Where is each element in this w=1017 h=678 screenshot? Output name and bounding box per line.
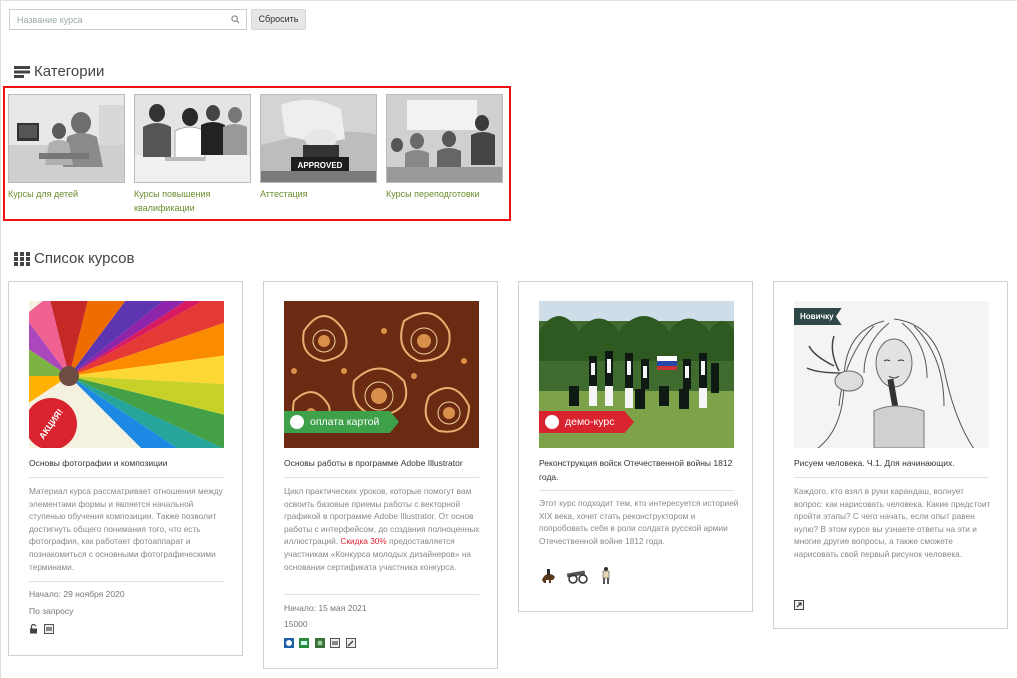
course-card-photo[interactable]: АКЦИЯ! Основы фотографии и композиции Ма… [8,281,243,656]
category-attestation[interactable]: APPROVED Аттестация [260,94,377,201]
search-box[interactable] [9,9,247,30]
course-title[interactable]: Основы работы в программе Adobe Illustra… [284,456,484,470]
courses-title: Список курсов [34,250,135,267]
course-icons [284,637,359,648]
category-image[interactable]: APPROVED [260,94,377,183]
course-start-date: Начало: 29 ноября 2020 [29,589,125,599]
external-link-icon [794,599,804,610]
image-icon [330,637,341,648]
course-icons [539,566,612,586]
beginner-badge: Новичку [794,308,842,325]
course-title[interactable]: Реконструкция войск Отечественной войны … [539,456,739,484]
monitor-icon [545,415,559,429]
category-retraining[interactable]: Курсы переподготовки [386,94,503,201]
cavalry-icon [542,569,555,583]
category-qualification[interactable]: Курсы повышения квалификации [134,94,251,215]
badge-icon [314,637,325,648]
course-image[interactable]: Новичку [794,301,989,448]
course-icons [794,599,807,610]
image-icon [44,623,55,634]
grid-icon [14,251,30,266]
category-label[interactable]: Курсы переподготовки [386,187,503,201]
course-title[interactable]: Рисуем человека. Ч.1. Для начинающих. [794,456,994,470]
course-start-date: Начало: 15 мая 2021 [284,603,367,613]
chrome-icon [284,637,294,648]
divider [29,581,224,582]
list-icon [14,65,30,78]
cannon-icon [567,570,589,584]
courses-heading: Список курсов [14,250,134,267]
category-label[interactable]: Курсы повышения квалификации [134,187,251,215]
category-label[interactable]: Аттестация [260,187,377,201]
course-price: 15000 [284,619,308,629]
search-icon[interactable] [231,15,240,24]
reset-button[interactable]: Сбросить [251,9,306,30]
category-kids[interactable]: Курсы для детей [8,94,125,201]
course-title[interactable]: Основы фотографии и композиции [29,456,229,470]
ribbon-label: демо-курс [565,416,615,428]
category-image[interactable] [8,94,125,183]
course-image[interactable]: оплата картой [284,301,479,448]
category-image[interactable] [134,94,251,183]
divider [284,594,479,595]
category-label[interactable]: Курсы для детей [8,187,125,201]
category-image[interactable] [386,94,503,183]
discount-text: Скидка 30% [340,536,387,547]
categories-heading: Категории [14,63,104,80]
ribbon-label: оплата картой [310,416,380,428]
divider [539,490,734,491]
course-price: По запросу [29,606,74,616]
course-card-drawing[interactable]: Новичку Рисуем человека. Ч.1. Для начина… [773,281,1008,629]
categories-title: Категории [34,63,105,80]
course-image[interactable]: АКЦИЯ! [29,301,224,448]
search-input[interactable] [10,10,246,30]
credit-card-icon [290,415,304,429]
course-icons [29,623,57,634]
pencil-icon [345,637,356,648]
divider [29,477,224,478]
course-description: Цикл практических уроков, которые помогу… [284,485,484,573]
course-card-illustrator[interactable]: оплата картой Основы работы в программе … [263,281,498,669]
unlock-icon [30,623,37,634]
certificate-icon [299,637,310,648]
demo-course-ribbon: демо-курс [539,411,634,433]
course-description: Этот курс подходит тем, кто интересуется… [539,498,739,546]
divider [794,477,989,478]
card-payment-ribbon: оплата картой [284,411,399,433]
course-card-reconstruction[interactable]: демо-курс Реконструкция войск Отечествен… [518,281,753,612]
course-image[interactable]: демо-курс [539,301,734,448]
course-description: Каждого, кто взял в руки карандаш, волну… [794,486,991,559]
course-description: Материал курса рассматривает отношения м… [29,486,223,572]
divider [284,477,479,478]
soldier-icon [602,567,610,584]
approved-stamp-text: APPROVED [298,161,343,170]
